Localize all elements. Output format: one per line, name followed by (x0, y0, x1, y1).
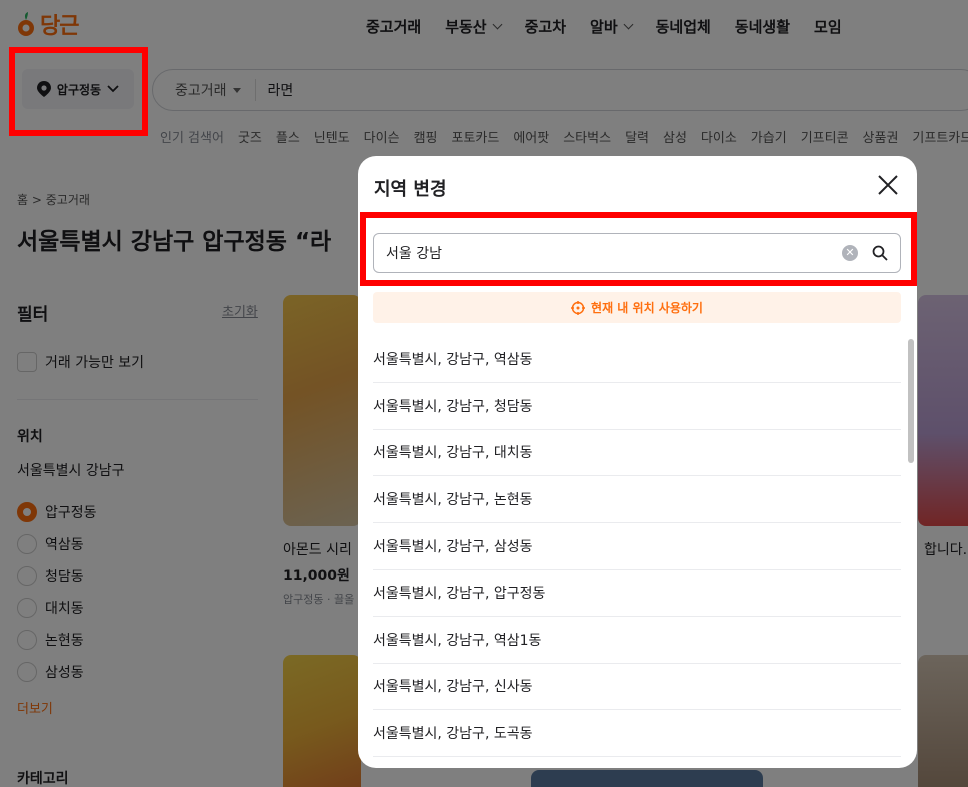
crosshair-icon (571, 300, 586, 315)
close-button[interactable] (876, 173, 900, 197)
list-item[interactable]: 서울특별시, 강남구, 압구정동 (373, 570, 901, 617)
scrollbar[interactable] (908, 339, 914, 463)
highlight-box (9, 47, 148, 136)
modal-title: 지역 변경 (374, 179, 447, 200)
close-icon (878, 175, 898, 195)
use-current-location-label: 현재 내 위치 사용하기 (591, 301, 703, 315)
list-item[interactable]: 서울특별시, 강남구, 도곡동 (373, 710, 901, 758)
highlight-box (360, 212, 917, 286)
use-current-location-button[interactable]: 현재 내 위치 사용하기 (373, 292, 901, 323)
list-item[interactable]: 서울특별시, 강남구, 신사동 (373, 664, 901, 711)
list-item[interactable]: 서울특별시, 강남구, 역삼동 (373, 336, 901, 383)
region-results-list: 서울특별시, 강남구, 역삼동 서울특별시, 강남구, 청담동 서울특별시, 강… (373, 336, 901, 758)
list-item[interactable]: 서울특별시, 강남구, 청담동 (373, 383, 901, 430)
list-item[interactable]: 서울특별시, 강남구, 삼성동 (373, 523, 901, 570)
list-item[interactable]: 서울특별시, 강남구, 논현동 (373, 476, 901, 524)
list-item[interactable]: 서울특별시, 강남구, 대치동 (373, 430, 901, 477)
region-change-modal: 지역 변경 ✕ 현재 내 위치 사용하기 서울특별시, 강남구, 역삼동 서울특… (358, 156, 917, 768)
list-item[interactable]: 서울특별시, 강남구, 역삼1동 (373, 617, 901, 664)
